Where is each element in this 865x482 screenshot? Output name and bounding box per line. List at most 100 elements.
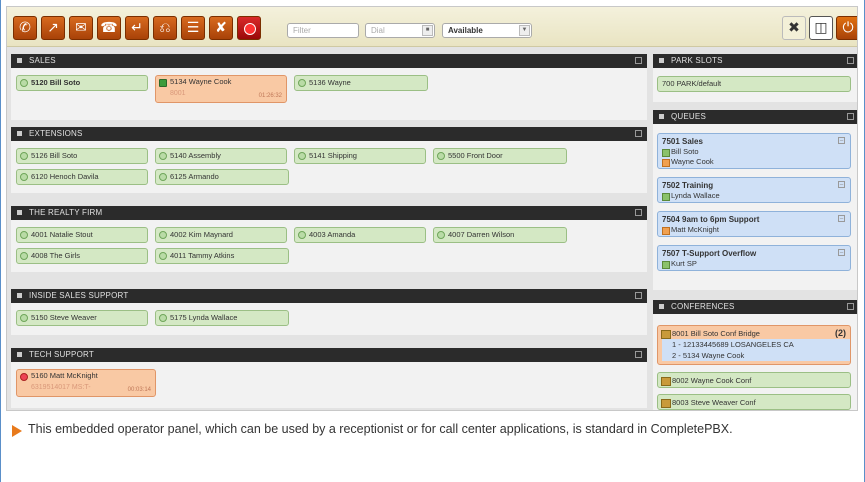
section-title: CONFERENCES	[671, 302, 735, 311]
section-tech-support: TECH SUPPORT 5160 Matt McKnight 631951401…	[11, 348, 647, 408]
tools-icon[interactable]: ✖	[782, 16, 806, 40]
status-icon	[159, 231, 167, 239]
queue-name: 7501 Sales	[662, 137, 703, 146]
queue-member: Matt McKnight	[662, 225, 846, 235]
extension-card[interactable]: 4001 Natalie Stout	[16, 227, 148, 243]
status-select[interactable]: Available ▼	[442, 23, 532, 38]
dial-button-icon[interactable]: ■	[422, 25, 433, 36]
maximize-icon[interactable]	[847, 303, 854, 310]
extension-card[interactable]: 5136 Wayne	[294, 75, 428, 91]
maximize-icon[interactable]	[635, 351, 642, 358]
call-park-icon[interactable]: ⎌	[153, 16, 177, 40]
extension-label: 5134 Wayne Cook	[170, 77, 232, 86]
extension-label: 5160 Matt McKnight	[31, 371, 98, 380]
collapse-icon[interactable]: –	[838, 181, 845, 188]
status-icon	[298, 231, 306, 239]
power-icon[interactable]: ⏻	[836, 16, 857, 40]
collapse-icon[interactable]: –	[838, 137, 845, 144]
extension-card-busy[interactable]: 5134 Wayne Cook 8001 01:26:32	[155, 75, 287, 103]
section-title: THE REALTY FIRM	[29, 208, 103, 217]
section-title: TECH SUPPORT	[29, 350, 94, 359]
extension-card[interactable]: 5120 Bill Soto	[16, 75, 148, 91]
maximize-icon[interactable]	[847, 113, 854, 120]
extension-label: 5140 Assembly	[170, 151, 221, 160]
menu-icon[interactable]	[17, 58, 22, 64]
extension-card[interactable]: 5175 Lynda Wallace	[155, 310, 289, 326]
window-icon[interactable]: ◫	[809, 16, 833, 40]
queue-member: Bill Soto	[662, 147, 846, 157]
status-icon	[20, 231, 28, 239]
extension-card[interactable]: 6120 Henoch Davila	[16, 169, 148, 185]
extension-card[interactable]: 4008 The Girls	[16, 248, 148, 264]
maximize-icon[interactable]	[635, 57, 642, 64]
queue-member: Kurt SP	[662, 259, 846, 269]
extension-card[interactable]: 5150 Steve Weaver	[16, 310, 148, 326]
extension-card-busy[interactable]: 5160 Matt McKnight 6319514017 MS:T- 00:03:…	[16, 369, 156, 397]
section-header: EXTENSIONS	[11, 127, 647, 141]
menu-icon[interactable]	[17, 352, 22, 358]
status-icon	[298, 79, 306, 87]
maximize-icon[interactable]	[847, 57, 854, 64]
extension-label: 5500 Front Door	[448, 151, 503, 160]
section-header: INSIDE SALES SUPPORT	[11, 289, 647, 303]
filter-input[interactable]: Filter	[287, 23, 359, 38]
section-title: EXTENSIONS	[29, 129, 83, 138]
section-park-slots: PARK SLOTS 700 PARK/default	[653, 54, 857, 102]
conference-item[interactable]: 8001 Bill Soto Conf Bridge (2) 1 - 121334…	[657, 325, 851, 365]
chevron-down-icon[interactable]: ▼	[519, 25, 530, 36]
conference-item[interactable]: 8002 Wayne Cook Conf	[657, 372, 851, 388]
status-icon	[159, 314, 167, 322]
call-pickup-icon[interactable]: ↵	[125, 16, 149, 40]
queue-name: 7507 T-Support Overflow	[662, 249, 757, 258]
extension-card[interactable]: 4003 Amanda	[294, 227, 426, 243]
call-conference-icon[interactable]: ☎	[97, 16, 121, 40]
park-slot[interactable]: 700 PARK/default	[657, 76, 851, 92]
menu-icon[interactable]	[17, 210, 22, 216]
menu-icon[interactable]	[659, 114, 664, 120]
maximize-icon[interactable]	[635, 292, 642, 299]
extension-label: 6125 Armando	[170, 172, 219, 181]
extension-card[interactable]: 4002 Kim Maynard	[155, 227, 287, 243]
record-icon[interactable]	[237, 16, 261, 40]
collapse-icon[interactable]: –	[838, 215, 845, 222]
call-queue-icon[interactable]: ☰	[181, 16, 205, 40]
status-value: Available	[448, 26, 483, 35]
phone-icon[interactable]: ✆	[13, 16, 37, 40]
conference-participant: 2 - 5134 Wayne Cook	[662, 350, 850, 361]
section-title: PARK SLOTS	[671, 56, 723, 65]
status-icon	[159, 252, 167, 260]
status-icon	[20, 373, 28, 381]
section-title: INSIDE SALES SUPPORT	[29, 291, 129, 300]
dial-input[interactable]: Dial ■	[365, 23, 435, 38]
section-extensions: EXTENSIONS 5126 Bill Soto 5140 Assembly …	[11, 127, 647, 193]
extension-card[interactable]: 4011 Tammy Atkins	[155, 248, 289, 264]
maximize-icon[interactable]	[635, 130, 642, 137]
maximize-icon[interactable]	[635, 209, 642, 216]
extension-label: 4008 The Girls	[31, 251, 81, 260]
extension-card[interactable]: 6125 Armando	[155, 169, 289, 185]
call-hangup-icon[interactable]: ✘	[209, 16, 233, 40]
extension-card[interactable]: 5500 Front Door	[433, 148, 567, 164]
extension-card[interactable]: 4007 Darren Wilson	[433, 227, 567, 243]
extension-card[interactable]: 5140 Assembly	[155, 148, 287, 164]
collapse-icon[interactable]: –	[838, 249, 845, 256]
conference-item[interactable]: 8003 Steve Weaver Conf	[657, 394, 851, 410]
toolbar: ✆ ↗ ✉ ☎ ↵ ⎌ ☰ ✘ Filter Dial ■ Available ▼ …	[7, 7, 857, 47]
queue-name: 7502 Training	[662, 181, 714, 190]
queue-item[interactable]: 7502 Training Lynda Wallace –	[657, 177, 851, 203]
menu-icon[interactable]	[17, 131, 22, 137]
call-transfer-icon[interactable]: ↗	[41, 16, 65, 40]
menu-icon[interactable]	[659, 304, 664, 310]
menu-icon[interactable]	[17, 293, 22, 299]
section-header: QUEUES	[653, 110, 857, 124]
extension-card[interactable]: 5141 Shipping	[294, 148, 426, 164]
call-voicemail-icon[interactable]: ✉	[69, 16, 93, 40]
status-icon	[159, 173, 167, 181]
queue-item[interactable]: 7507 T-Support Overflow Kurt SP –	[657, 245, 851, 271]
caption-arrow-icon	[12, 425, 22, 437]
queue-item[interactable]: 7501 Sales Bill Soto Wayne Cook –	[657, 133, 851, 169]
extension-card[interactable]: 5126 Bill Soto	[16, 148, 148, 164]
queue-item[interactable]: 7504 9am to 6pm Support Matt McKnight –	[657, 211, 851, 237]
menu-icon[interactable]	[659, 58, 664, 64]
section-header: PARK SLOTS	[653, 54, 857, 68]
